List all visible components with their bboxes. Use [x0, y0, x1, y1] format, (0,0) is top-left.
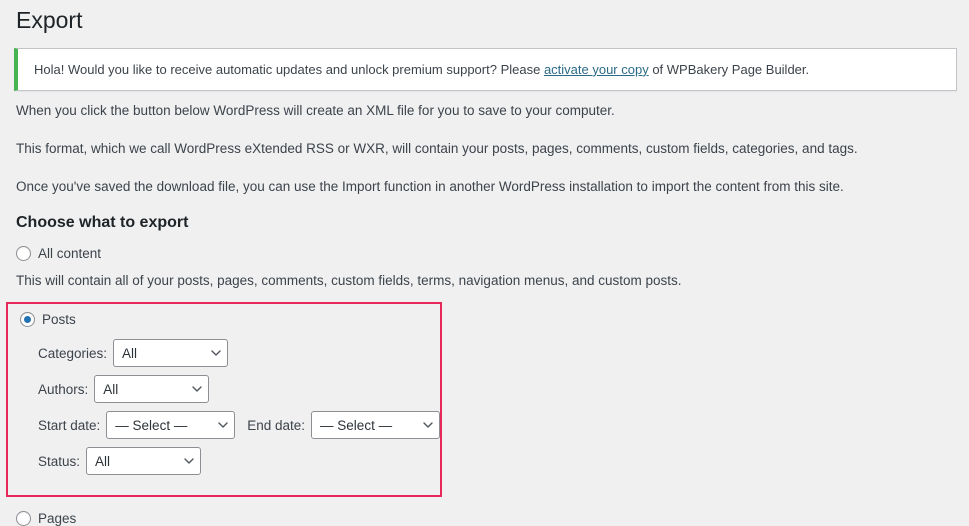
activate-your-copy-link[interactable]: activate your copy [544, 62, 649, 77]
radio-label-pages: Pages [38, 511, 77, 526]
chevron-down-icon [211, 350, 221, 356]
radio-option-all-content[interactable]: All content [16, 246, 969, 262]
page-title: Export [16, 7, 83, 33]
posts-export-options-highlighted: Posts Categories: All Authors: All Start… [6, 302, 442, 498]
chevron-down-icon [184, 458, 194, 464]
status-field-row: Status: All [38, 447, 440, 476]
categories-select-value: All [122, 345, 138, 361]
start-date-select[interactable]: — Select — [106, 411, 236, 440]
status-select[interactable]: All [86, 447, 202, 476]
intro-paragraph-3: Once you've saved the download file, you… [16, 178, 844, 194]
notice-text-before: Hola! Would you like to receive automati… [34, 61, 544, 77]
status-label: Status: [38, 453, 81, 469]
choose-what-to-export-heading: Choose what to export [16, 214, 189, 232]
export-page: Export Hola! Would you like to receive a… [0, 0, 969, 526]
categories-label: Categories: [38, 345, 108, 361]
chevron-down-icon [218, 422, 228, 428]
radio-icon-pages[interactable] [16, 511, 31, 526]
radio-option-posts[interactable]: Posts [20, 312, 440, 328]
end-date-select-value: — Select — [320, 417, 393, 433]
authors-field-row: Authors: All [38, 375, 440, 404]
radio-label-all-content: All content [38, 246, 102, 262]
authors-select-value: All [103, 381, 119, 397]
authors-label: Authors: [38, 381, 89, 397]
plugin-activation-notice: Hola! Would you like to receive automati… [14, 47, 957, 92]
radio-option-pages[interactable]: Pages [16, 511, 969, 526]
radio-label-posts: Posts [42, 312, 76, 328]
end-date-select[interactable]: — Select — [311, 411, 440, 440]
categories-field-row: Categories: All [38, 339, 440, 368]
date-range-field-row: Start date: — Select — End date: — Selec… [38, 411, 440, 440]
status-select-value: All [95, 453, 111, 469]
intro-paragraph-1: When you click the button below WordPres… [16, 103, 615, 119]
categories-select[interactable]: All [113, 339, 229, 368]
chevron-down-icon [423, 422, 433, 428]
end-date-label: End date: [247, 417, 306, 433]
chevron-down-icon [192, 386, 202, 392]
notice-text: Hola! Would you like to receive automati… [18, 49, 956, 91]
start-date-label: Start date: [38, 417, 101, 433]
intro-paragraph-2: This format, which we call WordPress eXt… [16, 140, 858, 156]
all-content-description: This will contain all of your posts, pag… [16, 273, 682, 289]
radio-icon-all-content[interactable] [16, 246, 31, 262]
authors-select[interactable]: All [94, 375, 210, 404]
start-date-select-value: — Select — [115, 417, 188, 433]
radio-icon-posts[interactable] [20, 312, 35, 328]
notice-text-after: of WPBakery Page Builder. [648, 61, 810, 77]
intro-copy: When you click the button below WordPres… [0, 101, 969, 196]
posts-filter-fields: Categories: All Authors: All Start date:… [8, 339, 440, 476]
